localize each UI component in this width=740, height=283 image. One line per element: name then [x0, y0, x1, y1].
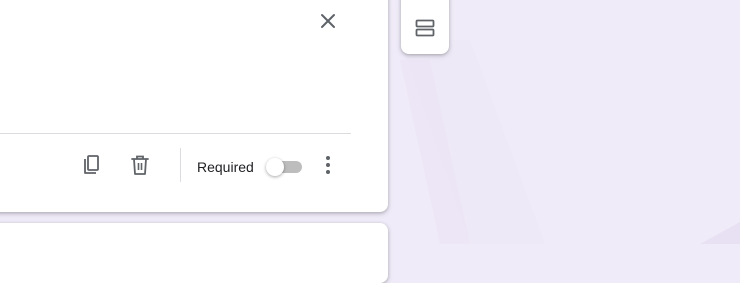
- toggle-thumb: [266, 158, 284, 176]
- footer-divider: [180, 148, 181, 182]
- more-vert-icon: [326, 156, 330, 174]
- side-toolbar: [401, 0, 449, 54]
- add-section-button[interactable]: [411, 14, 439, 42]
- trash-icon: [131, 155, 149, 175]
- duplicate-button[interactable]: [77, 151, 105, 179]
- section-icon: [415, 19, 435, 37]
- next-question-card: [0, 223, 388, 283]
- required-toggle[interactable]: [266, 158, 304, 176]
- more-options-button[interactable]: [314, 151, 342, 179]
- required-label: Required: [197, 159, 254, 175]
- close-button[interactable]: [315, 8, 341, 34]
- card-divider: [0, 133, 351, 134]
- question-card: Required: [0, 0, 388, 212]
- close-icon: [321, 14, 335, 28]
- copy-icon: [84, 155, 99, 174]
- delete-button[interactable]: [126, 151, 154, 179]
